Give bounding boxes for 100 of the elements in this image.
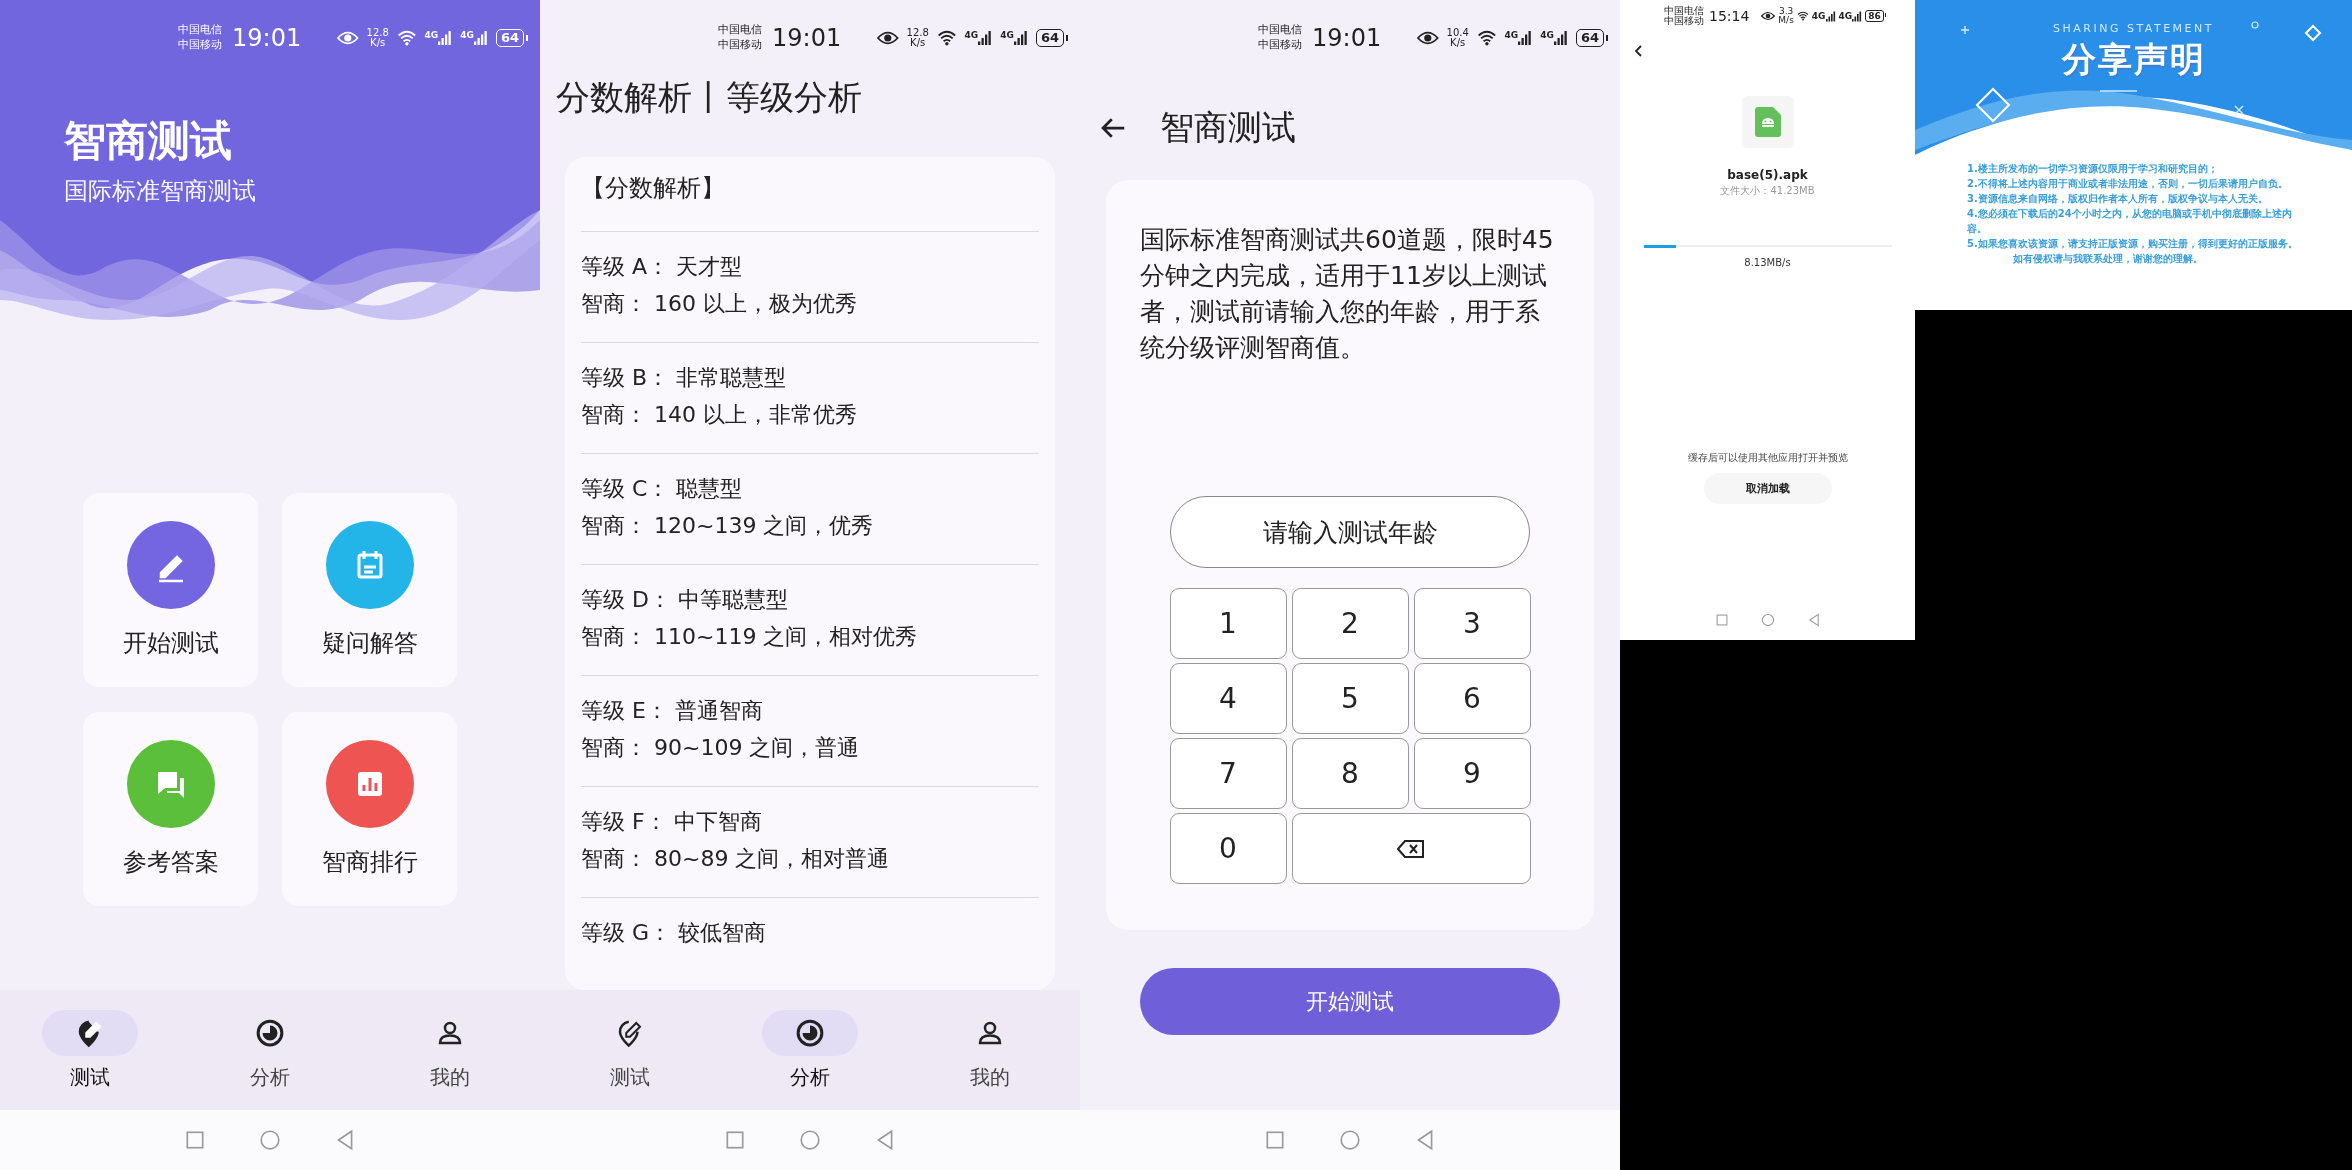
nav-tab[interactable]: 分析 [210,1009,330,1091]
clock-time: 19:01 [1312,23,1382,52]
iq-range: 智商： 140 以上，非常优秀 [581,401,858,429]
grade-label: 等级 A： 天才型 [581,253,744,281]
intro-text: 国际标准智商测试共60道题，限时45分钟之内完成，适用于11岁以上测试者，测试前请输入您的年龄，用于系统分级评测智商值。 [1140,224,1555,364]
menu-tile[interactable]: 参考答案 [83,712,258,906]
network-type: 4G [460,29,474,40]
grade-label: 等级 F： 中下智商 [581,808,763,836]
recents-icon[interactable] [1264,1129,1286,1151]
battery-level: 86 [1865,10,1884,22]
signal-icon [1825,10,1836,22]
grade-label: 等级 C： 聪慧型 [581,475,744,503]
digit-key[interactable]: 2 [1291,588,1409,659]
recents-icon[interactable] [1714,613,1729,627]
network-speed: 10.4 K/s [1446,27,1469,48]
menu-tile[interactable]: 疑问解答 [282,493,457,687]
nav-tab[interactable]: 测试 [30,1009,150,1091]
network-type: 4G [1000,29,1014,40]
recents-icon[interactable] [724,1129,746,1151]
app-subtitle: 国际标准智商测试 [64,176,256,207]
carrier-name: 中国移动 [1258,37,1302,52]
banner-title: 分享声明 [2061,38,2206,81]
carrier-name: 中国移动 [718,37,762,52]
home-icon[interactable] [259,1129,281,1151]
statement-item: 4.您必须在下载后的24个小时之内，从您的电脑或手机中彻底删除上述内容。 [1967,207,2293,236]
age-input-field[interactable]: 请输入测试年龄 [1170,496,1530,568]
start-test-button[interactable]: 开始测试 [1140,968,1560,1035]
chart-icon [795,1017,825,1048]
backspace-icon [1397,838,1425,859]
closing-note: 如有侵权请与我联系处理，谢谢您的理解。 [2012,252,2204,266]
signal-icon [978,29,993,46]
clock-time: 19:01 [232,23,302,52]
page-title: 分数解析丨等级分析 [555,76,862,119]
signal-icon [1553,29,1568,46]
home-icon[interactable] [1760,613,1775,627]
statement-item: 1.楼主所发布的一切学习资源仅限用于学习和研究目的； [1967,162,2219,176]
statement-item: 5.如果您喜欢该资源，请支持正版资源，购买注册，得到更好的正版服务。 [1967,237,2299,251]
carrier-name: 中国电信 [718,23,762,38]
menu-tile[interactable]: 开始测试 [83,493,258,687]
network-type: 4G [1811,10,1826,21]
carrier-name: 中国移动 [178,37,222,52]
digit-key[interactable]: 9 [1413,738,1531,809]
grade-label: 等级 E： 普通智商 [581,697,764,725]
banner-subtitle: SHARING STATEMENT [2053,22,2214,35]
digit-key[interactable]: 6 [1413,663,1531,734]
carrier-name: 中国移动 [1664,16,1704,27]
signal-icon [1518,29,1533,46]
nav-tab[interactable]: 分析 [750,1009,870,1091]
app-title: 智商测试 [64,115,232,167]
iq-range: 智商： 160 以上，极为优秀 [581,290,858,318]
grade-label: 等级 B： 非常聪慧型 [581,364,788,392]
digit-key[interactable]: 0 [1169,813,1287,884]
carrier-name: 中国电信 [178,23,222,38]
home-icon[interactable] [1339,1129,1361,1151]
digit-key[interactable]: 7 [1169,738,1287,809]
digit-key[interactable]: 1 [1169,588,1287,659]
cancel-button[interactable]: 取消加载 [1703,473,1832,504]
chart-icon [255,1017,285,1048]
signal-icon [1013,29,1028,46]
signal-icon [1852,10,1863,22]
wifi-icon [1796,11,1809,21]
network-type: 4G [964,29,979,40]
nav-tab[interactable]: 我的 [390,1009,510,1091]
clock-time: 15:14 [1709,8,1750,24]
digit-key[interactable]: 3 [1413,588,1531,659]
nav-tab[interactable]: 测试 [570,1009,690,1091]
wifi-icon [396,28,417,47]
recents-icon[interactable] [184,1129,206,1151]
signal-icon [473,29,488,46]
iq-range: 智商： 90~109 之间，普通 [581,734,861,762]
menu-tile[interactable]: 智商排行 [282,712,457,906]
signal-icon [438,29,453,46]
android-file-icon [1754,107,1781,137]
network-speed: 12.8 K/s [366,27,389,48]
digit-key[interactable]: 5 [1291,663,1409,734]
grade-label: 等级 D： 中等聪慧型 [581,586,789,614]
eye-icon [1416,29,1439,46]
statement-item: 2.不得将上述内容用于商业或者非法用途，否则，一切后果请用户自负。 [1967,177,2289,191]
eye-icon [336,29,359,46]
back-icon[interactable] [1806,613,1821,627]
iq-range: 智商： 110~119 之间，相对优秀 [581,623,919,651]
section-heading: 【分数解析】 [581,173,725,204]
network-type: 4G [1838,10,1853,21]
download-speed: 8.13MB/s [1744,257,1791,268]
eye-icon [1761,11,1776,21]
grade-label: 等级 G： 较低智商 [581,919,768,947]
carrier-name: 中国电信 [1258,23,1302,38]
network-type: 4G [1504,29,1519,40]
backspace-key[interactable] [1291,813,1531,884]
digit-key[interactable]: 4 [1169,663,1287,734]
digit-key[interactable]: 8 [1291,738,1409,809]
hint-text: 缓存后可以使用其他应用打开并预览 [1687,451,1848,465]
carrier-name: 中国电信 [1664,5,1704,16]
file-name: base(5).apk [1727,168,1808,182]
page-title: 智商测试 [1160,106,1296,149]
wifi-icon [1476,28,1497,47]
file-size: 文件大小：41.23MB [1720,184,1815,198]
nav-tab[interactable]: 我的 [930,1009,1050,1091]
clock-time: 19:01 [772,23,842,52]
home-icon[interactable] [799,1129,821,1151]
